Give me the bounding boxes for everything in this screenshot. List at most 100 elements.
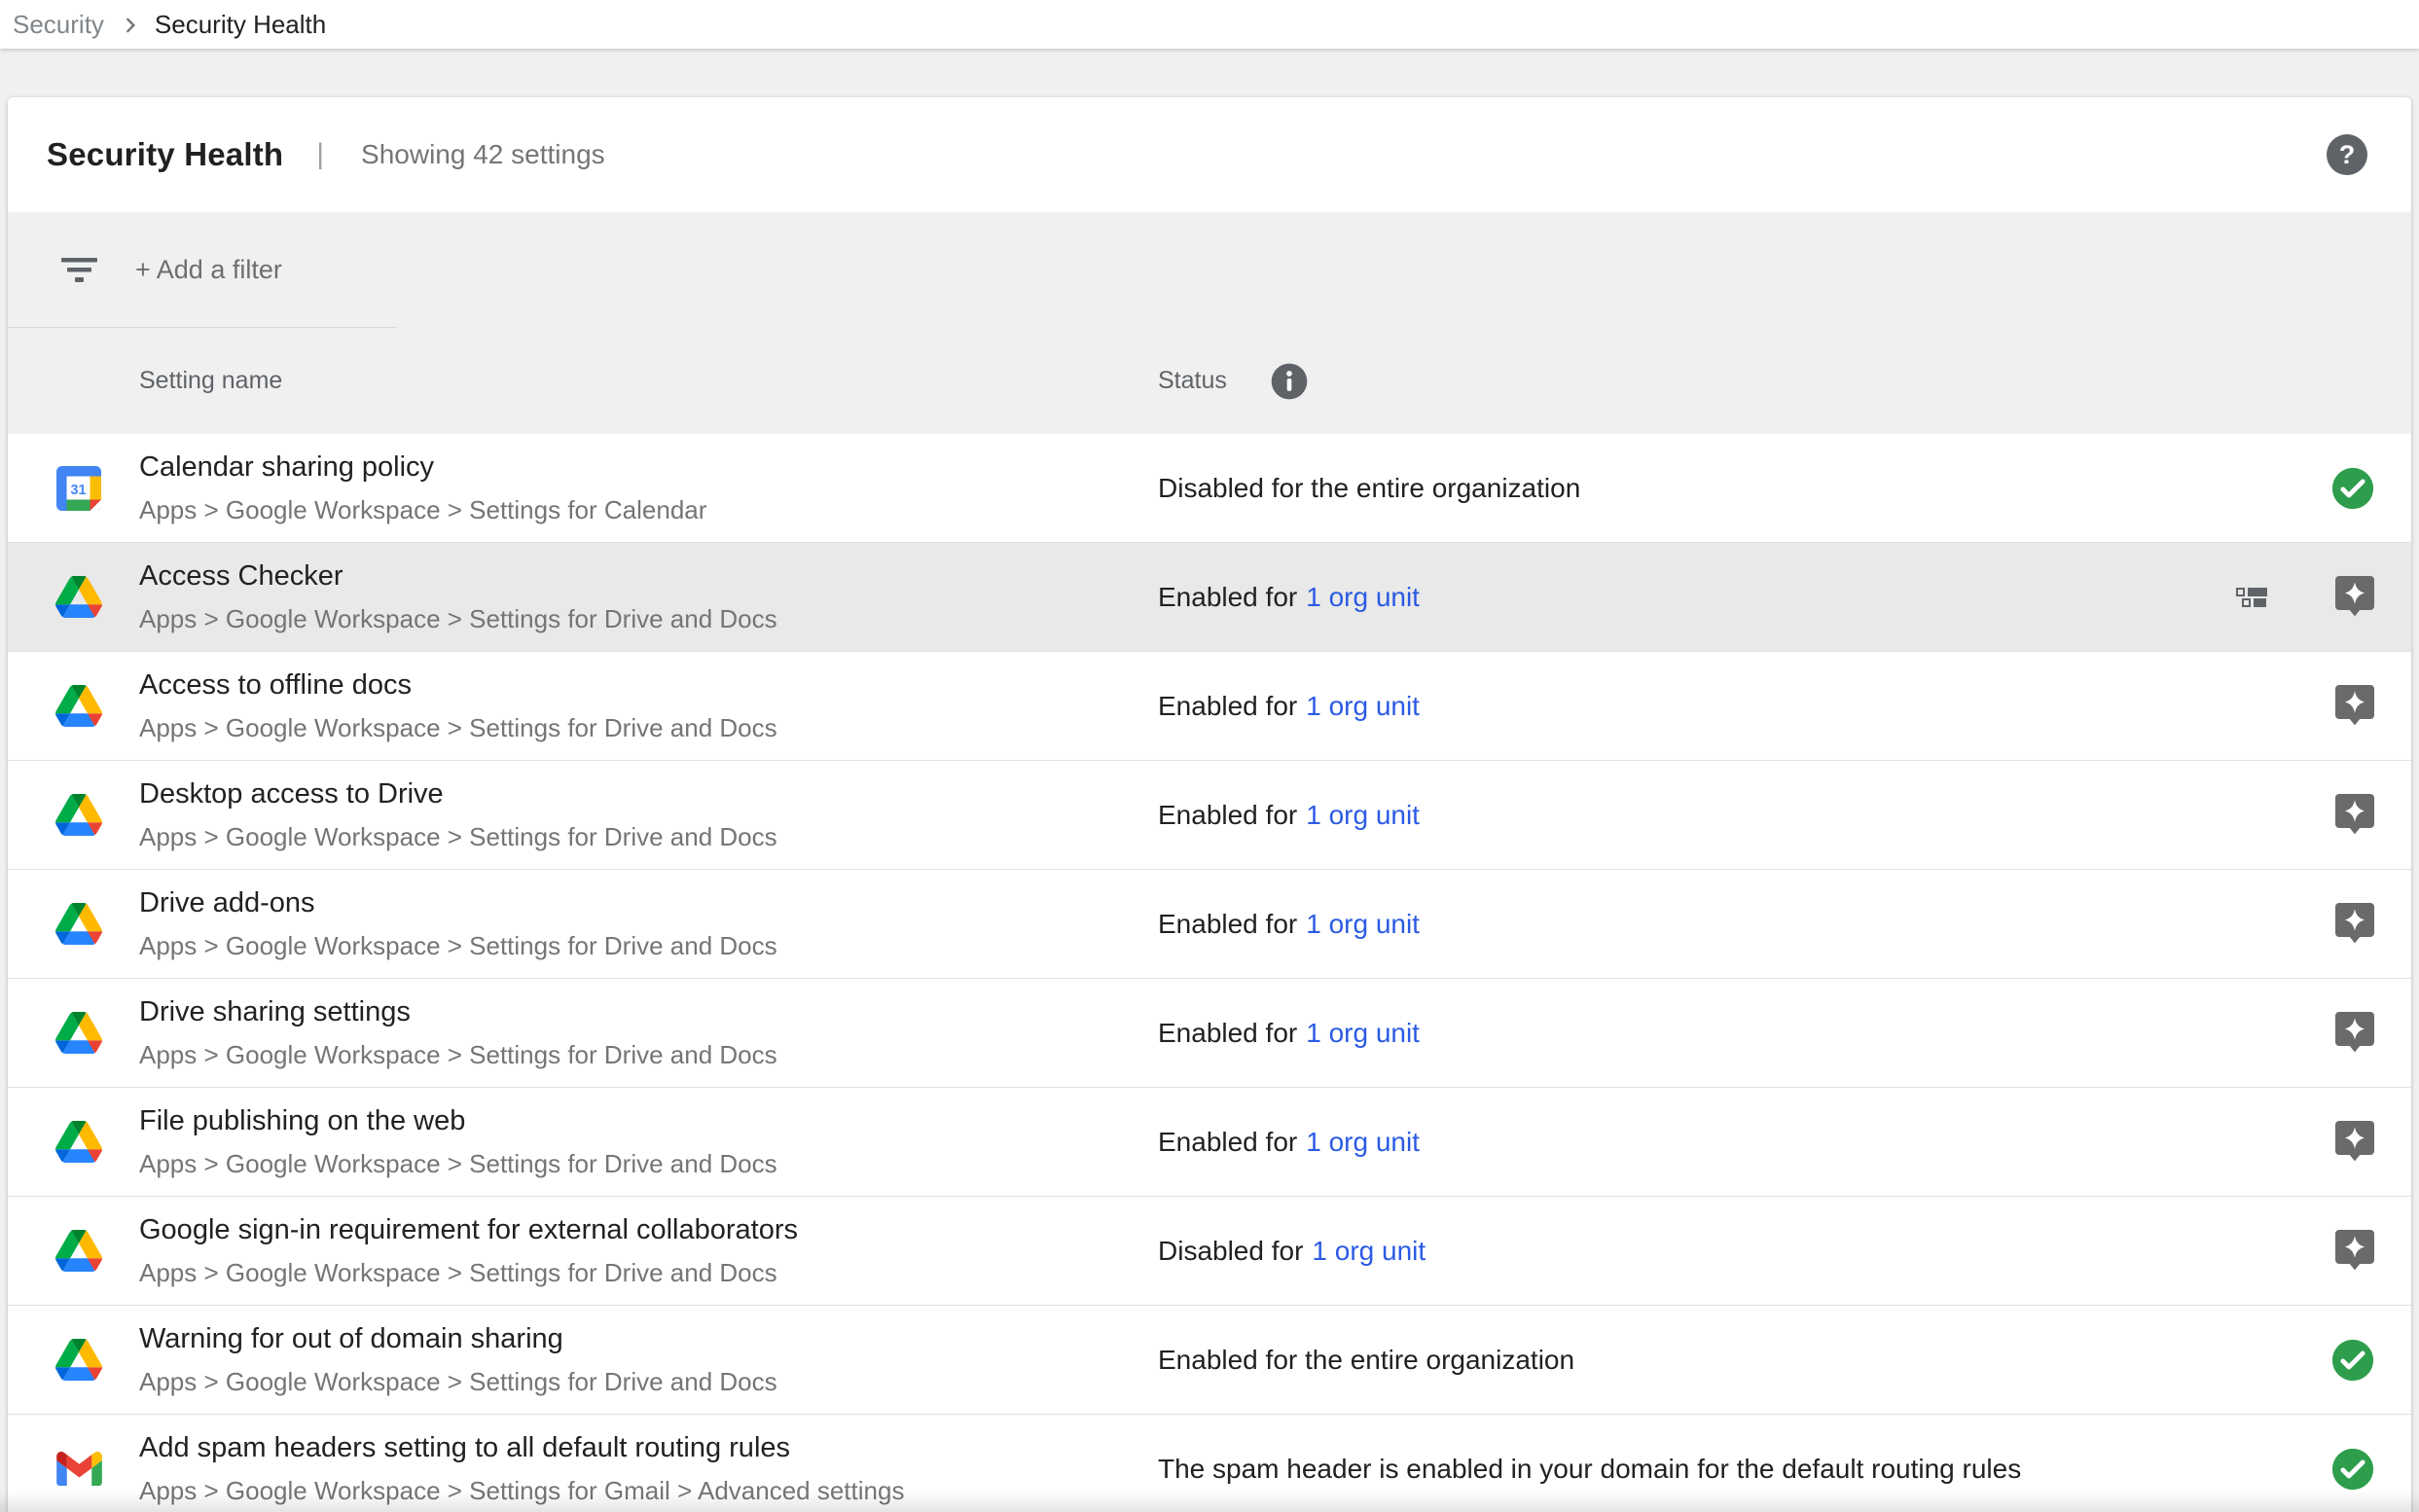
row-actions xyxy=(2330,1415,2375,1512)
org-unit-link[interactable]: 1 org unit xyxy=(1306,1127,1420,1158)
org-unit-link[interactable]: 1 org unit xyxy=(1306,691,1420,722)
card-header: Security Health | Showing 42 settings ? xyxy=(8,97,2411,212)
setting-cell: File publishing on the webApps > Google … xyxy=(139,1105,777,1179)
check-circle-icon[interactable] xyxy=(2330,1447,2375,1492)
setting-cell: Warning for out of domain sharingApps > … xyxy=(139,1323,777,1397)
org-unit-link[interactable]: 1 org unit xyxy=(1306,582,1420,613)
status-cell: Disabled for 1 org unit xyxy=(1158,1197,1426,1305)
setting-name: Drive add-ons xyxy=(139,887,777,919)
recommendation-flag-icon[interactable] xyxy=(2334,793,2375,838)
status-text: Enabled for xyxy=(1158,1127,1297,1158)
drive-icon xyxy=(54,794,103,836)
drive-icon xyxy=(54,1012,103,1054)
setting-path: Apps > Google Workspace > Settings for D… xyxy=(139,604,777,634)
table-row[interactable]: Drive add-onsApps > Google Workspace > S… xyxy=(8,870,2411,979)
setting-cell: Add spam headers setting to all default … xyxy=(139,1432,904,1506)
help-icon[interactable]: ? xyxy=(2327,134,2367,175)
table-row[interactable]: Access to offline docsApps > Google Work… xyxy=(8,652,2411,761)
info-icon[interactable] xyxy=(1270,362,1309,401)
recommendation-flag-icon[interactable] xyxy=(2334,684,2375,729)
breadcrumb-current: Security Health xyxy=(155,10,326,40)
table-row[interactable]: Google sign-in requirement for external … xyxy=(8,1197,2411,1306)
setting-path: Apps > Google Workspace > Settings for D… xyxy=(139,1040,777,1070)
setting-path: Apps > Google Workspace > Settings for G… xyxy=(139,1476,904,1506)
status-text: Enabled for xyxy=(1158,909,1297,940)
recommendation-flag-icon[interactable] xyxy=(2334,1011,2375,1056)
recommendation-flag-icon[interactable] xyxy=(2334,1229,2375,1274)
check-circle-icon[interactable] xyxy=(2330,1338,2375,1383)
row-actions xyxy=(2334,1197,2375,1305)
setting-cell: Desktop access to Drive Apps > Google Wor… xyxy=(139,778,777,852)
filter-list-icon[interactable] xyxy=(61,258,98,282)
setting-cell: Access to offline docsApps > Google Work… xyxy=(139,669,777,743)
drive-icon xyxy=(54,576,103,618)
status-cell: Enabled for1 org unit xyxy=(1158,652,1420,760)
filter-bar: + Add a filter xyxy=(8,212,2411,327)
settings-list: 31 Calendar sharing policy Apps > Google W… xyxy=(8,434,2411,1512)
setting-path: Apps > Google Workspace > Settings for D… xyxy=(139,1367,777,1397)
setting-name: Desktop access to Drive xyxy=(139,778,777,810)
setting-cell: Drive add-onsApps > Google Workspace > S… xyxy=(139,887,777,961)
org-unit-link[interactable]: 1 org unit xyxy=(1306,1018,1420,1049)
title-separator: | xyxy=(316,138,324,171)
setting-path: Apps > Google Workspace > Settings for D… xyxy=(139,822,777,852)
setting-path: Apps > Google Workspace > Settings for D… xyxy=(139,1149,777,1179)
check-circle-icon[interactable] xyxy=(2330,466,2375,511)
table-header: Setting name Status xyxy=(8,328,2411,434)
svg-text:31: 31 xyxy=(71,483,87,498)
status-cell: Enabled for the entire organization xyxy=(1158,1306,1574,1414)
row-actions xyxy=(2334,1088,2375,1196)
setting-name: Calendar sharing policy xyxy=(139,451,706,484)
setting-path: Apps > Google Workspace > Settings for C… xyxy=(139,495,706,525)
org-units-icon[interactable] xyxy=(2236,587,2269,608)
setting-path: Apps > Google Workspace > Settings for D… xyxy=(139,1258,798,1288)
table-row[interactable]: Add spam headers setting to all default … xyxy=(8,1415,2411,1512)
org-unit-link[interactable]: 1 org unit xyxy=(1312,1236,1426,1267)
add-filter-button[interactable]: + Add a filter xyxy=(135,255,282,285)
table-row[interactable]: 31 Calendar sharing policy Apps > Google W… xyxy=(8,434,2411,543)
calendar-icon: 31 xyxy=(54,466,103,511)
recommendation-flag-icon[interactable] xyxy=(2334,575,2375,620)
setting-cell: Google sign-in requirement for external … xyxy=(139,1214,798,1288)
status-cell: Enabled for 1 org unit xyxy=(1158,543,1420,651)
setting-name: Add spam headers setting to all default … xyxy=(139,1432,904,1464)
setting-name: Access to offline docs xyxy=(139,669,777,702)
row-actions xyxy=(2334,979,2375,1087)
drive-icon xyxy=(54,1230,103,1272)
row-actions xyxy=(2236,543,2375,651)
org-unit-link[interactable]: 1 org unit xyxy=(1306,800,1420,831)
recommendation-flag-icon[interactable] xyxy=(2334,1120,2375,1165)
row-actions xyxy=(2334,870,2375,978)
table-row[interactable]: Drive sharing settings Apps > Google Work… xyxy=(8,979,2411,1088)
table-row[interactable]: Access CheckerApps > Google Workspace > … xyxy=(8,543,2411,652)
setting-cell: Calendar sharing policy Apps > Google Wor… xyxy=(139,451,706,525)
status-text: Enabled for xyxy=(1158,1018,1297,1049)
setting-cell: Drive sharing settings Apps > Google Work… xyxy=(139,996,777,1070)
gmail-icon xyxy=(54,1452,103,1486)
drive-icon xyxy=(54,1339,103,1381)
table-row[interactable]: File publishing on the webApps > Google … xyxy=(8,1088,2411,1197)
status-text: Disabled for xyxy=(1158,1236,1303,1267)
org-unit-link[interactable]: 1 org unit xyxy=(1306,909,1420,940)
status-cell: Enabled for 1 org unit xyxy=(1158,1088,1420,1196)
status-text: Enabled for the entire organization xyxy=(1158,1345,1574,1376)
column-header-setting-name: Setting name xyxy=(139,367,282,395)
chevron-right-icon xyxy=(118,13,143,38)
status-cell: Enabled for 1 org unit xyxy=(1158,979,1420,1087)
status-text: Enabled for xyxy=(1158,582,1297,613)
breadcrumb: Security Security Health xyxy=(0,0,2419,49)
table-row[interactable]: Warning for out of domain sharingApps > … xyxy=(8,1306,2411,1415)
breadcrumb-parent[interactable]: Security xyxy=(13,10,104,40)
setting-name: Drive sharing settings xyxy=(139,996,777,1028)
status-text: Disabled for the entire organization xyxy=(1158,473,1580,504)
filter-section: + Add a filter Setting name Status xyxy=(8,212,2411,434)
drive-icon xyxy=(54,1121,103,1163)
recommendation-flag-icon[interactable] xyxy=(2334,902,2375,947)
security-health-card: Security Health | Showing 42 settings ? … xyxy=(8,97,2411,1512)
status-cell: Disabled for the entire organization xyxy=(1158,434,1580,542)
status-text: Enabled for xyxy=(1158,800,1297,831)
table-row[interactable]: Desktop access to Drive Apps > Google Wor… xyxy=(8,761,2411,870)
drive-icon xyxy=(54,903,103,945)
row-actions xyxy=(2330,434,2375,542)
column-header-status: Status xyxy=(1158,367,1227,395)
